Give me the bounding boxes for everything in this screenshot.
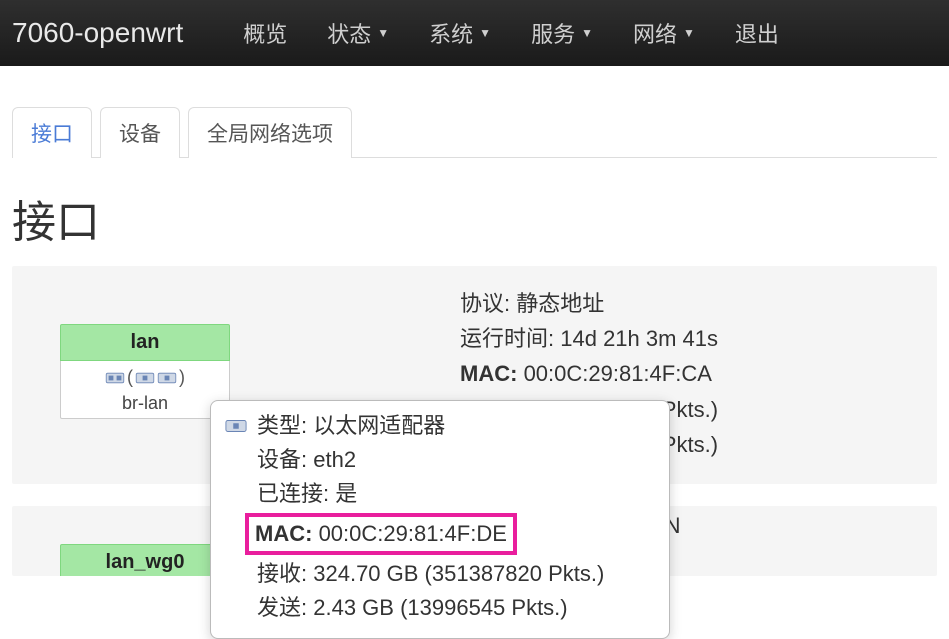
nav-overview-label: 概览 [243,17,287,49]
uptime-label: 运行时间: [460,326,554,351]
nav-services-label: 服务 [531,17,575,49]
nic-icon [225,415,247,437]
nav-network-label: 网络 [633,17,677,49]
nav-status-label: 状态 [327,17,371,49]
mac-value: 00:0C:29:81:4F:CA [524,361,712,386]
tooltip-tx-value: 2.43 GB (13996545 Pkts.) [313,595,567,620]
device-tooltip: 类型: 以太网适配器 设备: eth2 已连接: 是 MAC: 00:0C:29… [210,400,670,639]
tooltip-rx-value: 324.70 GB (351387820 Pkts.) [313,561,604,586]
tooltip-mac-highlight: MAC: 00:0C:29:81:4F:DE [245,513,517,555]
nav-menu: 概览 状态 ▼ 系统 ▼ 服务 ▼ 网络 ▼ 退出 [223,0,799,66]
mac-label: MAC: [460,361,517,386]
tooltip-tx-label: 发送: [257,595,307,620]
tooltip-connected-value: 是 [335,481,357,506]
interface-name-label: lan [60,324,230,361]
brand[interactable]: 7060-openwrt [12,17,183,49]
protocol-label: 协议: [460,291,510,316]
nic-icon-group: ( ) [105,367,185,388]
uptime-value: 14d 21h 3m 41s [560,326,718,351]
chevron-down-icon: ▼ [377,26,389,40]
protocol-value: 静态地址 [516,291,604,316]
nav-logout-label: 退出 [735,17,779,49]
nav-system-label: 系统 [429,17,473,49]
tooltip-connected-label: 已连接: [257,481,329,506]
tab-interfaces[interactable]: 接口 [12,107,92,158]
nav-network[interactable]: 网络 ▼ [613,0,715,66]
tooltip-type-value: 以太网适配器 [313,413,445,438]
nav-services[interactable]: 服务 ▼ [511,0,613,66]
tab-devices[interactable]: 设备 [100,107,180,158]
nic-icon [105,370,125,386]
interface-device-sublabel: ( ) br-lan [60,361,230,419]
chevron-down-icon: ▼ [581,26,593,40]
tab-global-options[interactable]: 全局网络选项 [188,107,352,158]
tab-bar: 接口 设备 全局网络选项 [12,106,937,158]
top-navbar: 7060-openwrt 概览 状态 ▼ 系统 ▼ 服务 ▼ 网络 ▼ 退出 [0,0,949,66]
tooltip-device-label: 设备: [257,447,307,472]
tooltip-type-label: 类型: [257,413,307,438]
interface-badge-lan[interactable]: lan ( ) br-lan [60,324,230,419]
chevron-down-icon: ▼ [683,26,695,40]
page-title: 接口 [12,186,937,250]
nic-icon [135,370,155,386]
tooltip-mac-value: 00:0C:29:81:4F:DE [319,521,507,546]
nav-status[interactable]: 状态 ▼ [307,0,409,66]
tooltip-mac-label: MAC: [255,521,312,546]
interface-bridge-name: br-lan [61,393,229,414]
nav-overview[interactable]: 概览 [223,0,307,66]
chevron-down-icon: ▼ [479,26,491,40]
tooltip-rx-label: 接收: [257,561,307,586]
interface-name-label[interactable]: lan_wg0 [60,544,230,576]
nav-logout[interactable]: 退出 [715,0,799,66]
nic-icon [157,370,177,386]
tooltip-device-value: eth2 [313,447,356,472]
nav-system[interactable]: 系统 ▼ [409,0,511,66]
